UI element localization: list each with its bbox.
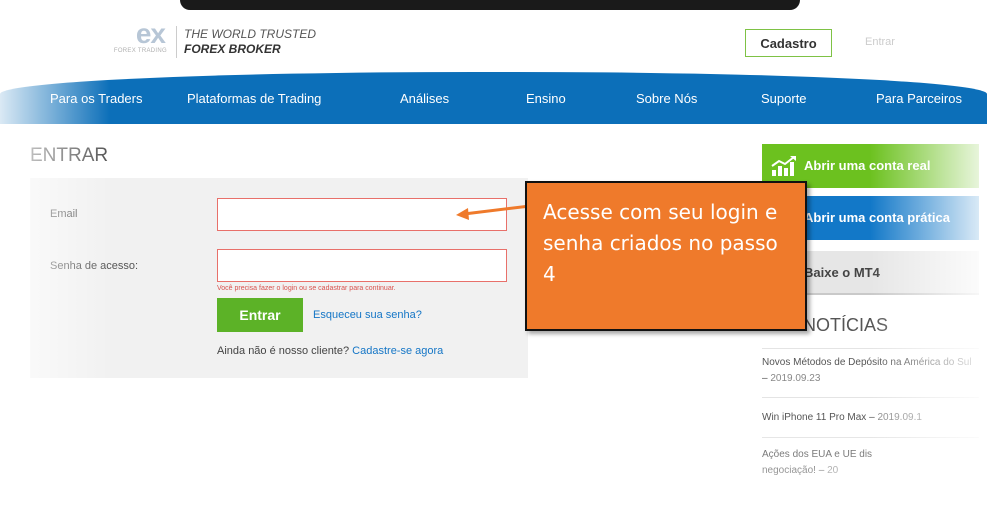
nav-item-platforms[interactable]: Plataformas de Trading	[187, 91, 321, 106]
login-submit-button[interactable]: Entrar	[217, 298, 303, 332]
page-title: ENTRAR	[30, 145, 109, 166]
news-divider	[762, 437, 979, 438]
news-item[interactable]: Novos Métodos de Depósito na América do …	[762, 355, 977, 387]
password-label: Senha de acesso:	[50, 260, 139, 272]
logo[interactable]: ex FOREX TRADING	[95, 18, 173, 62]
register-now-link[interactable]: Cadastre-se agora	[352, 345, 443, 357]
site-header: ex FOREX TRADING THE WORLD TRUSTED FOREX…	[0, 10, 987, 68]
download-mt4-label: Baixe o MT4	[804, 265, 880, 280]
news-title: Win iPhone 11 Pro Max	[762, 412, 867, 423]
bottom-fade	[0, 430, 987, 532]
register-button[interactable]: Cadastro	[745, 29, 832, 57]
nav-item-about[interactable]: Sobre Nós	[636, 91, 697, 106]
forgot-password-link[interactable]: Esqueceu sua senha?	[313, 309, 422, 321]
nav-item-analysis[interactable]: Análises	[400, 91, 449, 106]
news-title: Ações dos EUA e UE dis	[762, 449, 873, 460]
top-dark-bar	[180, 0, 800, 10]
nav-item-education[interactable]: Ensino	[526, 91, 566, 106]
nav-item-partners[interactable]: Para Parceiros	[876, 91, 962, 106]
login-link[interactable]: Entrar	[865, 36, 895, 48]
error-message: Você precisa fazer o login ou se cadastr…	[217, 285, 396, 292]
email-label: Email	[50, 208, 78, 220]
news-item[interactable]: Ações dos EUA e UE dis negociação! – 20	[762, 447, 977, 479]
news-item[interactable]: Win iPhone 11 Pro Max – 2019.09.1	[762, 410, 977, 426]
news-divider	[762, 348, 979, 349]
open-real-account-label: Abrir uma conta real	[804, 158, 931, 173]
not-client-text: Ainda não é nosso cliente? Cadastre-se a…	[217, 345, 443, 357]
callout-annotation: Acesse com seu login e senha criados no …	[525, 181, 807, 331]
main-navbar: Para os Traders Plataformas de Trading A…	[0, 72, 987, 124]
open-demo-account-label: Abrir uma conta prática	[804, 210, 950, 225]
logo-text: ex	[135, 18, 166, 49]
tagline-bottom: FOREX BROKER	[184, 42, 281, 56]
not-client-label: Ainda não é nosso cliente?	[217, 345, 350, 357]
news-date: 2019.09.1	[877, 412, 922, 423]
logo-subtext: FOREX TRADING	[113, 48, 167, 54]
logo-divider	[176, 26, 177, 58]
tagline-top: THE WORLD TRUSTED	[184, 27, 316, 41]
news-title-line2: negociação! –	[762, 465, 825, 476]
chart-icon	[771, 156, 796, 176]
callout-text: Acesse com seu login e senha criados no …	[543, 200, 778, 286]
news-title: Novos Métodos de Depósito na América do …	[762, 357, 972, 368]
news-date: 2019.09.23	[770, 373, 821, 384]
news-divider	[762, 397, 979, 398]
news-date: 20	[827, 465, 839, 476]
nav-item-support[interactable]: Suporte	[761, 91, 807, 106]
tagline: THE WORLD TRUSTED FOREX BROKER	[184, 27, 316, 57]
nav-item-traders[interactable]: Para os Traders	[50, 91, 143, 106]
password-field[interactable]	[217, 249, 507, 282]
